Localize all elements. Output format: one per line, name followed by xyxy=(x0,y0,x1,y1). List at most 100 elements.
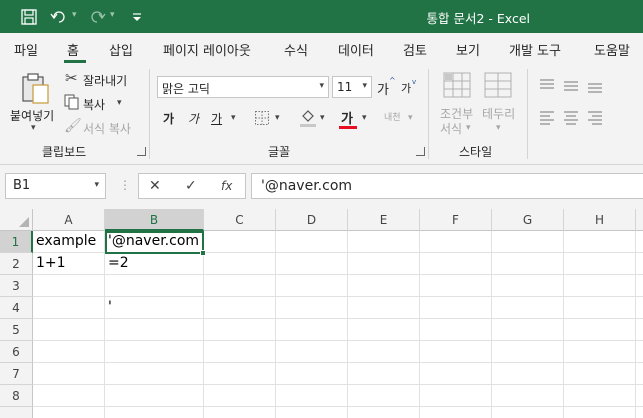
formula-bar-grip-icon: ⋮ xyxy=(119,178,131,192)
conditional-formatting-dropdown-icon[interactable]: ▾ xyxy=(466,123,471,133)
name-box-value: B1 xyxy=(13,178,31,193)
tab-view[interactable]: 보기 xyxy=(456,40,480,59)
tab-help[interactable]: 도움말 xyxy=(594,40,630,59)
conditional-formatting-icon[interactable] xyxy=(443,72,471,98)
column-header-a[interactable]: A xyxy=(33,209,105,231)
underline-button[interactable]: 가 xyxy=(211,110,222,127)
gridline xyxy=(33,318,643,319)
font-grow-button[interactable]: 가 xyxy=(377,79,389,98)
paste-button-label[interactable]: 붙여넣기 xyxy=(10,107,54,124)
group-label-font: 글꼴 xyxy=(268,145,291,159)
row-header-9[interactable] xyxy=(0,407,33,418)
tab-page-layout[interactable]: 페이지 레이아웃 xyxy=(163,40,251,59)
row-header-6[interactable]: 6 xyxy=(0,341,33,363)
conditional-formatting-label2[interactable]: 서식 xyxy=(440,120,462,137)
gridline xyxy=(33,406,643,407)
gridline xyxy=(33,362,643,363)
cell-a2[interactable]: 1+1 xyxy=(33,253,66,275)
italic-button[interactable]: 가 xyxy=(188,110,199,127)
bold-button[interactable]: 가 xyxy=(163,110,174,127)
borders-dropdown-icon[interactable]: ▾ xyxy=(275,113,280,123)
font-shrink-button[interactable]: 가 xyxy=(401,80,411,96)
cut-button[interactable]: 잘라내기 xyxy=(83,72,127,89)
ribbon-tabs: 파일 홈 삽입 페이지 레이아웃 수식 데이터 검토 보기 개발 도구 도움말 xyxy=(0,33,643,63)
row-header-5[interactable]: 5 xyxy=(0,319,33,341)
group-separator xyxy=(428,69,429,159)
formula-buttons: ✕ ✓ fx xyxy=(138,173,246,199)
paste-icon[interactable] xyxy=(20,71,50,105)
cancel-icon[interactable]: ✕ xyxy=(149,178,161,194)
tab-home[interactable]: 홈 xyxy=(67,40,79,59)
font-size-dropdown-icon[interactable]: ▾ xyxy=(362,81,367,91)
underline-dropdown-icon[interactable]: ▾ xyxy=(231,113,236,123)
gridline xyxy=(491,231,492,418)
column-header-h[interactable]: H xyxy=(564,209,636,231)
format-as-table-dropdown-icon[interactable]: ▾ xyxy=(496,123,501,133)
fill-color-icon[interactable] xyxy=(299,108,317,128)
tab-formulas[interactable]: 수식 xyxy=(284,40,308,59)
tab-developer[interactable]: 개발 도구 xyxy=(509,40,561,59)
phonetic-button[interactable]: 내천 xyxy=(384,110,401,123)
row-header-1[interactable]: 1 xyxy=(0,231,33,253)
gridline xyxy=(563,231,564,418)
row-header-3[interactable]: 3 xyxy=(0,275,33,297)
borders-icon[interactable] xyxy=(254,110,270,126)
font-name-value: 맑은 고딕 xyxy=(162,82,210,96)
enter-icon[interactable]: ✓ xyxy=(185,178,197,194)
font-color-dropdown-icon[interactable]: ▾ xyxy=(362,113,367,123)
font-color-button[interactable]: 가 xyxy=(341,108,353,127)
insert-function-icon[interactable]: fx xyxy=(221,179,232,193)
font-name-dropdown-icon[interactable]: ▾ xyxy=(319,81,324,91)
font-color-swatch xyxy=(339,126,357,129)
column-header-c[interactable]: C xyxy=(204,209,276,231)
name-box[interactable]: B1 ▾ xyxy=(5,173,106,199)
format-as-table-icon[interactable] xyxy=(484,72,512,98)
title-bar: ▾ ▾ 통합 문서2 - Excel xyxy=(0,0,643,33)
font-grow-arrow-icon: ^ xyxy=(389,76,396,85)
cell-a1[interactable]: example xyxy=(33,231,96,253)
column-header-g[interactable]: G xyxy=(492,209,564,231)
row-header-8[interactable]: 8 xyxy=(0,385,33,407)
gridline xyxy=(419,231,420,418)
formula-input[interactable]: '@naver.com xyxy=(251,173,643,199)
gridline xyxy=(33,340,643,341)
format-painter-button[interactable]: 서식 복사 xyxy=(83,120,131,137)
name-box-dropdown-icon[interactable]: ▾ xyxy=(94,180,99,190)
column-header-e[interactable]: E xyxy=(348,209,420,231)
gridline xyxy=(347,231,348,418)
copy-icon[interactable] xyxy=(64,94,79,110)
gridline xyxy=(203,231,204,418)
column-header-b[interactable]: B xyxy=(105,209,204,231)
font-launcher-icon[interactable] xyxy=(416,147,425,156)
row-header-2[interactable]: 2 xyxy=(0,253,33,275)
fill-color-dropdown-icon[interactable]: ▾ xyxy=(320,113,325,123)
font-size-combo[interactable]: 11 ▾ xyxy=(332,76,372,98)
cut-icon[interactable]: ✂ xyxy=(65,69,78,87)
tab-data[interactable]: 데이터 xyxy=(338,40,374,59)
copy-button[interactable]: 복사 xyxy=(83,96,105,113)
select-all-button[interactable] xyxy=(0,209,33,231)
format-as-table-label[interactable]: 테두리 xyxy=(482,105,515,122)
tab-file[interactable]: 파일 xyxy=(14,40,38,59)
gridline xyxy=(33,296,643,297)
gridline xyxy=(635,231,636,418)
row-header-4[interactable]: 4 xyxy=(0,297,33,319)
paste-dropdown-icon[interactable]: ▾ xyxy=(31,123,36,133)
clipboard-launcher-icon[interactable] xyxy=(137,147,146,156)
column-header-i[interactable] xyxy=(636,209,643,231)
gridline xyxy=(33,384,643,385)
gridline xyxy=(275,231,276,418)
column-header-f[interactable]: F xyxy=(420,209,492,231)
copy-dropdown-icon[interactable]: ▾ xyxy=(117,98,122,108)
tab-insert[interactable]: 삽입 xyxy=(109,40,133,59)
tab-review[interactable]: 검토 xyxy=(403,40,427,59)
font-name-combo[interactable]: 맑은 고딕 ▾ xyxy=(157,76,329,98)
format-painter-icon[interactable]: 🖌 xyxy=(64,118,82,134)
group-separator xyxy=(527,69,528,159)
fill-handle[interactable] xyxy=(200,250,206,256)
column-header-d[interactable]: D xyxy=(276,209,348,231)
phonetic-dropdown-icon[interactable]: ▾ xyxy=(408,113,413,123)
cell-b2[interactable]: =2 xyxy=(105,253,129,275)
cell-b4[interactable]: ' xyxy=(105,297,112,319)
row-header-7[interactable]: 7 xyxy=(0,363,33,385)
